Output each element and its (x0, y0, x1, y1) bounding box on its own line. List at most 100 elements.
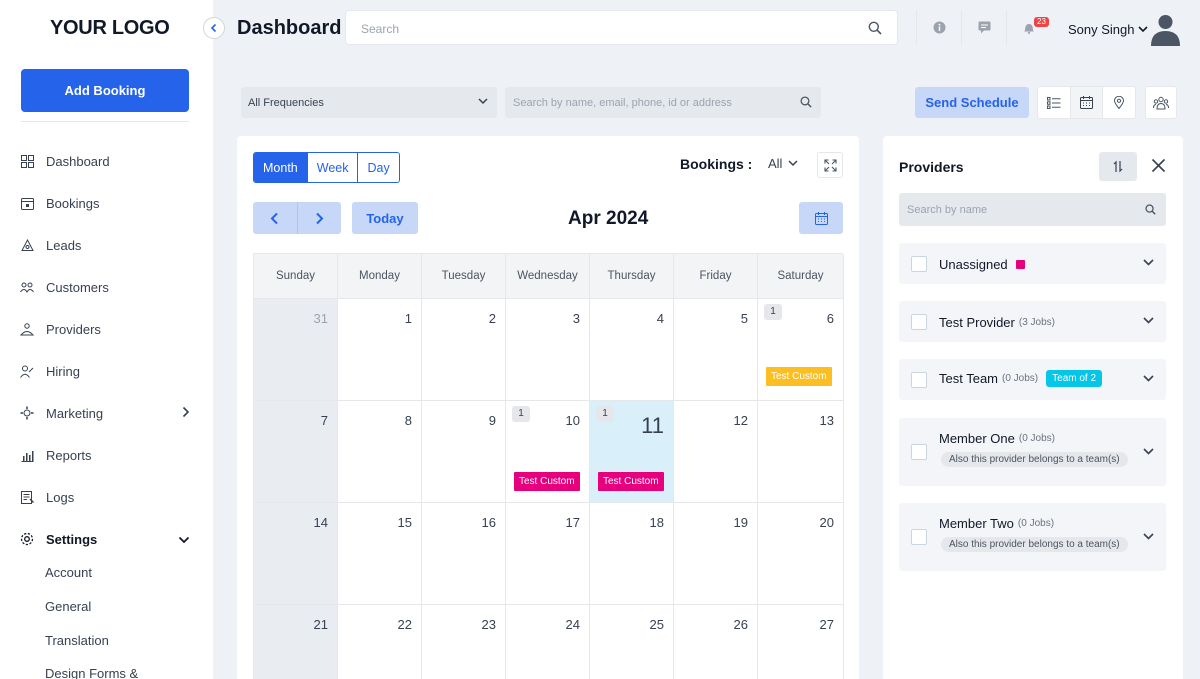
global-search-input[interactable]: Search (345, 10, 898, 45)
booking-event[interactable]: Test Custom (598, 472, 664, 491)
sidebar-collapse-button[interactable] (203, 17, 225, 39)
provider-checkbox[interactable] (911, 256, 927, 272)
calendar-day-cell[interactable]: 4 (590, 299, 674, 401)
provider-checkbox[interactable] (911, 372, 927, 388)
calendar-day-cell[interactable]: 17 (506, 503, 590, 605)
calendar-day-cell[interactable]: 9 (422, 401, 506, 503)
calendar-day-cell[interactable]: 1 (338, 299, 422, 401)
calendar-icon (1080, 96, 1093, 109)
provider-card-unassigned[interactable]: Unassigned (899, 243, 1166, 284)
calendar-day-cell[interactable]: 7 (254, 401, 338, 503)
user-menu[interactable]: Sony Singh (1068, 22, 1148, 37)
tab-week[interactable]: Week (307, 153, 359, 182)
weekday-label: Sunday (254, 254, 338, 299)
close-panel-button[interactable] (1151, 158, 1166, 178)
settings-sub-design-forms[interactable]: Design Forms & (45, 666, 138, 679)
calendar-day-cell[interactable]: 18 (590, 503, 674, 605)
calendar-day-cell[interactable]: 20 (758, 503, 844, 605)
calendar-day-cell[interactable]: 12 (674, 401, 758, 503)
sidebar-item-dashboard[interactable]: Dashboard (20, 149, 200, 173)
provider-name: Test Provider (3 Jobs) (939, 315, 1055, 330)
calendar-day-cell[interactable]: 26 (674, 605, 758, 679)
sidebar-item-marketing[interactable]: Marketing (20, 401, 200, 425)
calendar-day-cell[interactable]: 10 1 Test Custom (506, 401, 590, 503)
prev-month-button[interactable] (253, 202, 298, 234)
booking-event[interactable]: Test Custom (514, 472, 580, 491)
search-icon[interactable] (1145, 204, 1156, 215)
sidebar-item-hiring[interactable]: Hiring (20, 359, 200, 383)
provider-checkbox[interactable] (911, 444, 927, 460)
frequency-select[interactable]: All Frequencies (241, 87, 497, 118)
provider-search-input[interactable]: Search by name (899, 193, 1166, 226)
sidebar-item-customers[interactable]: Customers (20, 275, 200, 299)
tab-day[interactable]: Day (358, 153, 399, 182)
calendar-day-cell[interactable]: 13 (758, 401, 844, 503)
sidebar-divider (21, 121, 189, 122)
calendar-day-cell[interactable]: 15 (338, 503, 422, 605)
notifications-button[interactable]: 23 (1006, 10, 1051, 45)
settings-sub-general[interactable]: General (45, 599, 91, 614)
avatar[interactable] (1150, 13, 1181, 46)
map-view-button[interactable] (1103, 87, 1135, 118)
sidebar-item-providers[interactable]: Providers (20, 317, 200, 341)
calendar-day-cell[interactable]: 8 (338, 401, 422, 503)
sidebar-item-logs[interactable]: Logs (20, 485, 200, 509)
team-view-button[interactable] (1145, 86, 1177, 119)
calendar-day-cell[interactable]: 5 (674, 299, 758, 401)
provider-card-test-team[interactable]: Test Team (0 Jobs) Team of 2 (899, 359, 1166, 400)
calendar-day-cell[interactable]: 25 (590, 605, 674, 679)
provider-checkbox[interactable] (911, 529, 927, 545)
booking-event[interactable]: Test Custom (766, 367, 832, 386)
chevron-down-icon[interactable] (1143, 533, 1154, 540)
today-button[interactable]: Today (352, 202, 418, 234)
sidebar-item-leads[interactable]: Leads (20, 233, 200, 257)
chevron-down-icon[interactable] (1143, 375, 1154, 382)
calendar-day-cell[interactable]: 14 (254, 503, 338, 605)
reports-icon (20, 448, 34, 462)
provider-card-test-provider[interactable]: Test Provider (3 Jobs) (899, 301, 1166, 342)
chevron-down-icon[interactable] (1143, 317, 1154, 324)
sidebar-item-settings[interactable]: Settings (20, 527, 200, 551)
calendar-day-cell[interactable]: 6 1 Test Custom (758, 299, 844, 401)
calendar-day-cell[interactable]: 19 (674, 503, 758, 605)
info-button[interactable] (916, 10, 961, 45)
calendar-day-cell[interactable]: 22 (338, 605, 422, 679)
add-booking-button[interactable]: Add Booking (21, 69, 189, 112)
date-picker-button[interactable] (799, 202, 843, 234)
fullscreen-button[interactable] (817, 152, 843, 178)
calendar-day-cell[interactable]: 24 (506, 605, 590, 679)
settings-sub-translation[interactable]: Translation (45, 633, 109, 648)
calendar-day-cell[interactable]: 2 (422, 299, 506, 401)
calendar-day-cell[interactable]: 3 (506, 299, 590, 401)
search-icon[interactable] (800, 96, 812, 108)
settings-sub-account[interactable]: Account (45, 565, 92, 580)
bookings-filter-select[interactable]: All (768, 156, 798, 171)
provider-card-member-two[interactable]: Member Two (0 Jobs) Also this provider be… (899, 503, 1166, 571)
booking-search-input[interactable]: Search by name, email, phone, id or addr… (505, 87, 821, 118)
calendar-view-button[interactable] (1069, 87, 1104, 118)
calendar-day-cell[interactable]: 16 (422, 503, 506, 605)
calendar-day-cell[interactable]: 31 (254, 299, 338, 401)
provider-card-member-one[interactable]: Member One (0 Jobs) Also this provider be… (899, 418, 1166, 486)
chevron-down-icon[interactable] (1143, 448, 1154, 455)
day-number: 24 (565, 617, 580, 632)
provider-checkbox[interactable] (911, 314, 927, 330)
sort-button[interactable] (1099, 152, 1137, 181)
send-schedule-button[interactable]: Send Schedule (915, 87, 1029, 118)
messages-button[interactable] (961, 10, 1006, 45)
booking-count-badge[interactable]: 1 (512, 406, 530, 422)
booking-count-badge[interactable]: 1 (596, 406, 614, 422)
sidebar-item-bookings[interactable]: Bookings (20, 191, 200, 215)
calendar-day-cell[interactable]: 21 (254, 605, 338, 679)
booking-count-badge[interactable]: 1 (764, 304, 782, 320)
calendar-day-cell[interactable]: 23 (422, 605, 506, 679)
sidebar-item-reports[interactable]: Reports (20, 443, 200, 467)
calendar-day-cell-today[interactable]: 11 1 Test Custom (590, 401, 674, 503)
chevron-down-icon (1137, 26, 1148, 33)
list-view-button[interactable] (1038, 87, 1070, 118)
calendar-day-cell[interactable]: 27 (758, 605, 844, 679)
next-month-button[interactable] (298, 202, 342, 234)
search-icon[interactable] (868, 21, 882, 40)
tab-month[interactable]: Month (254, 153, 308, 182)
chevron-down-icon[interactable] (1143, 259, 1154, 266)
